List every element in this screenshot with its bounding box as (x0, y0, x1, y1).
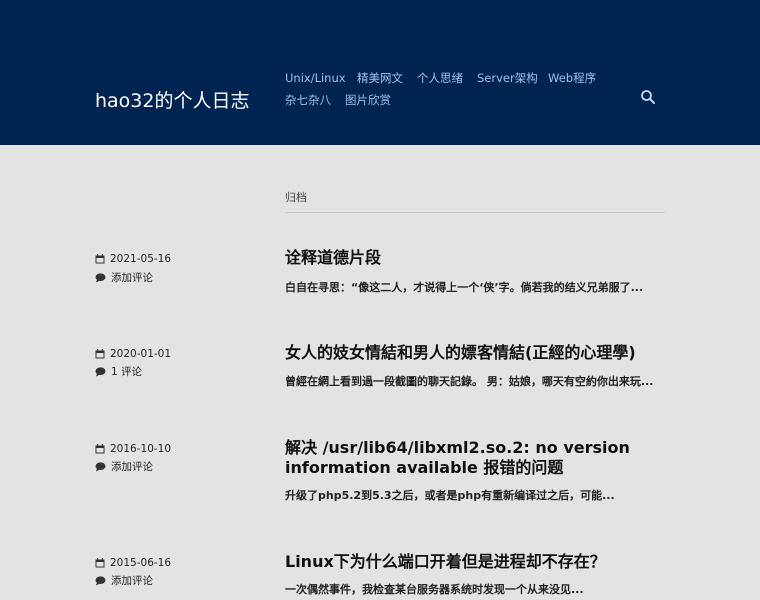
archive-label: 归档 (285, 191, 307, 204)
post-title[interactable]: 女人的妓女情結和男人的嫖客情結(正經的心理學) (285, 343, 665, 363)
post-title[interactable]: 诠释道德片段 (285, 248, 665, 268)
comment-icon (95, 273, 106, 283)
nav-item-web[interactable]: Web程序 (548, 68, 596, 88)
nav-item-pictures[interactable]: 图片欣赏 (345, 90, 391, 110)
post-date-text: 2015-06-16 (110, 557, 172, 569)
post-comments[interactable]: 添加评论 (95, 458, 153, 476)
post-comments[interactable]: 添加评论 (95, 269, 153, 287)
post-excerpt: 白自在寻思：“像这二人，才说得上一个‘侠’字。倘若我的结义兄弟服了... (285, 281, 644, 294)
nav-item-misc[interactable]: 杂七杂八 (285, 90, 331, 110)
archive-divider (285, 212, 665, 213)
post-comments[interactable]: 添加评论 (95, 572, 153, 590)
post-date: 2016-10-10 (95, 440, 171, 458)
nav-item-thoughts[interactable]: 个人思绪 (417, 68, 463, 88)
comment-icon (95, 462, 106, 472)
post-comments-text[interactable]: 添加评论 (111, 572, 153, 590)
post-comments-text[interactable]: 添加评论 (111, 458, 153, 476)
calendar-icon (95, 444, 105, 454)
post-date: 2021-05-16 (95, 250, 171, 268)
comment-icon (95, 576, 106, 586)
calendar-icon (95, 349, 105, 359)
post-title[interactable]: 解决 /usr/lib64/libxml2.so.2: no version i… (285, 438, 665, 478)
site-header: hao32的个人日志 Unix/Linux 精美网文 个人思绪 Server架构… (0, 0, 760, 145)
post-excerpt: 曾經在網上看到過一段截圖的聊天記錄。 男：姑娘，哪天有空約你出来玩... (285, 375, 654, 388)
site-title[interactable]: hao32的个人日志 (95, 88, 250, 114)
search-icon[interactable] (640, 89, 656, 105)
post-date-text: 2021-05-16 (110, 253, 172, 265)
nav-item-essays[interactable]: 精美网文 (357, 68, 403, 88)
calendar-icon (95, 558, 105, 568)
nav-item-server[interactable]: Server架构 (477, 68, 538, 88)
post-title[interactable]: Linux下为什么端口开着但是进程却不存在？ (285, 552, 665, 572)
nav-item-unix-linux[interactable]: Unix/Linux (285, 68, 346, 88)
post-date: 2015-06-16 (95, 554, 171, 572)
post-excerpt: 一次偶然事件，我检查某台服务器系统时发现一个从来没见... (285, 583, 584, 596)
post-comments-text[interactable]: 添加评论 (111, 269, 153, 287)
post-excerpt: 升级了php5.2到5.3之后，或者是php有重新编译过之后，可能... (285, 489, 615, 502)
post-comments-text[interactable]: 1 评论 (111, 363, 142, 381)
calendar-icon (95, 254, 105, 264)
post-date-text: 2020-01-01 (110, 348, 172, 360)
post-date-text: 2016-10-10 (110, 443, 172, 455)
comment-icon (95, 367, 106, 377)
post-comments[interactable]: 1 评论 (95, 363, 142, 381)
post-date: 2020-01-01 (95, 345, 171, 363)
